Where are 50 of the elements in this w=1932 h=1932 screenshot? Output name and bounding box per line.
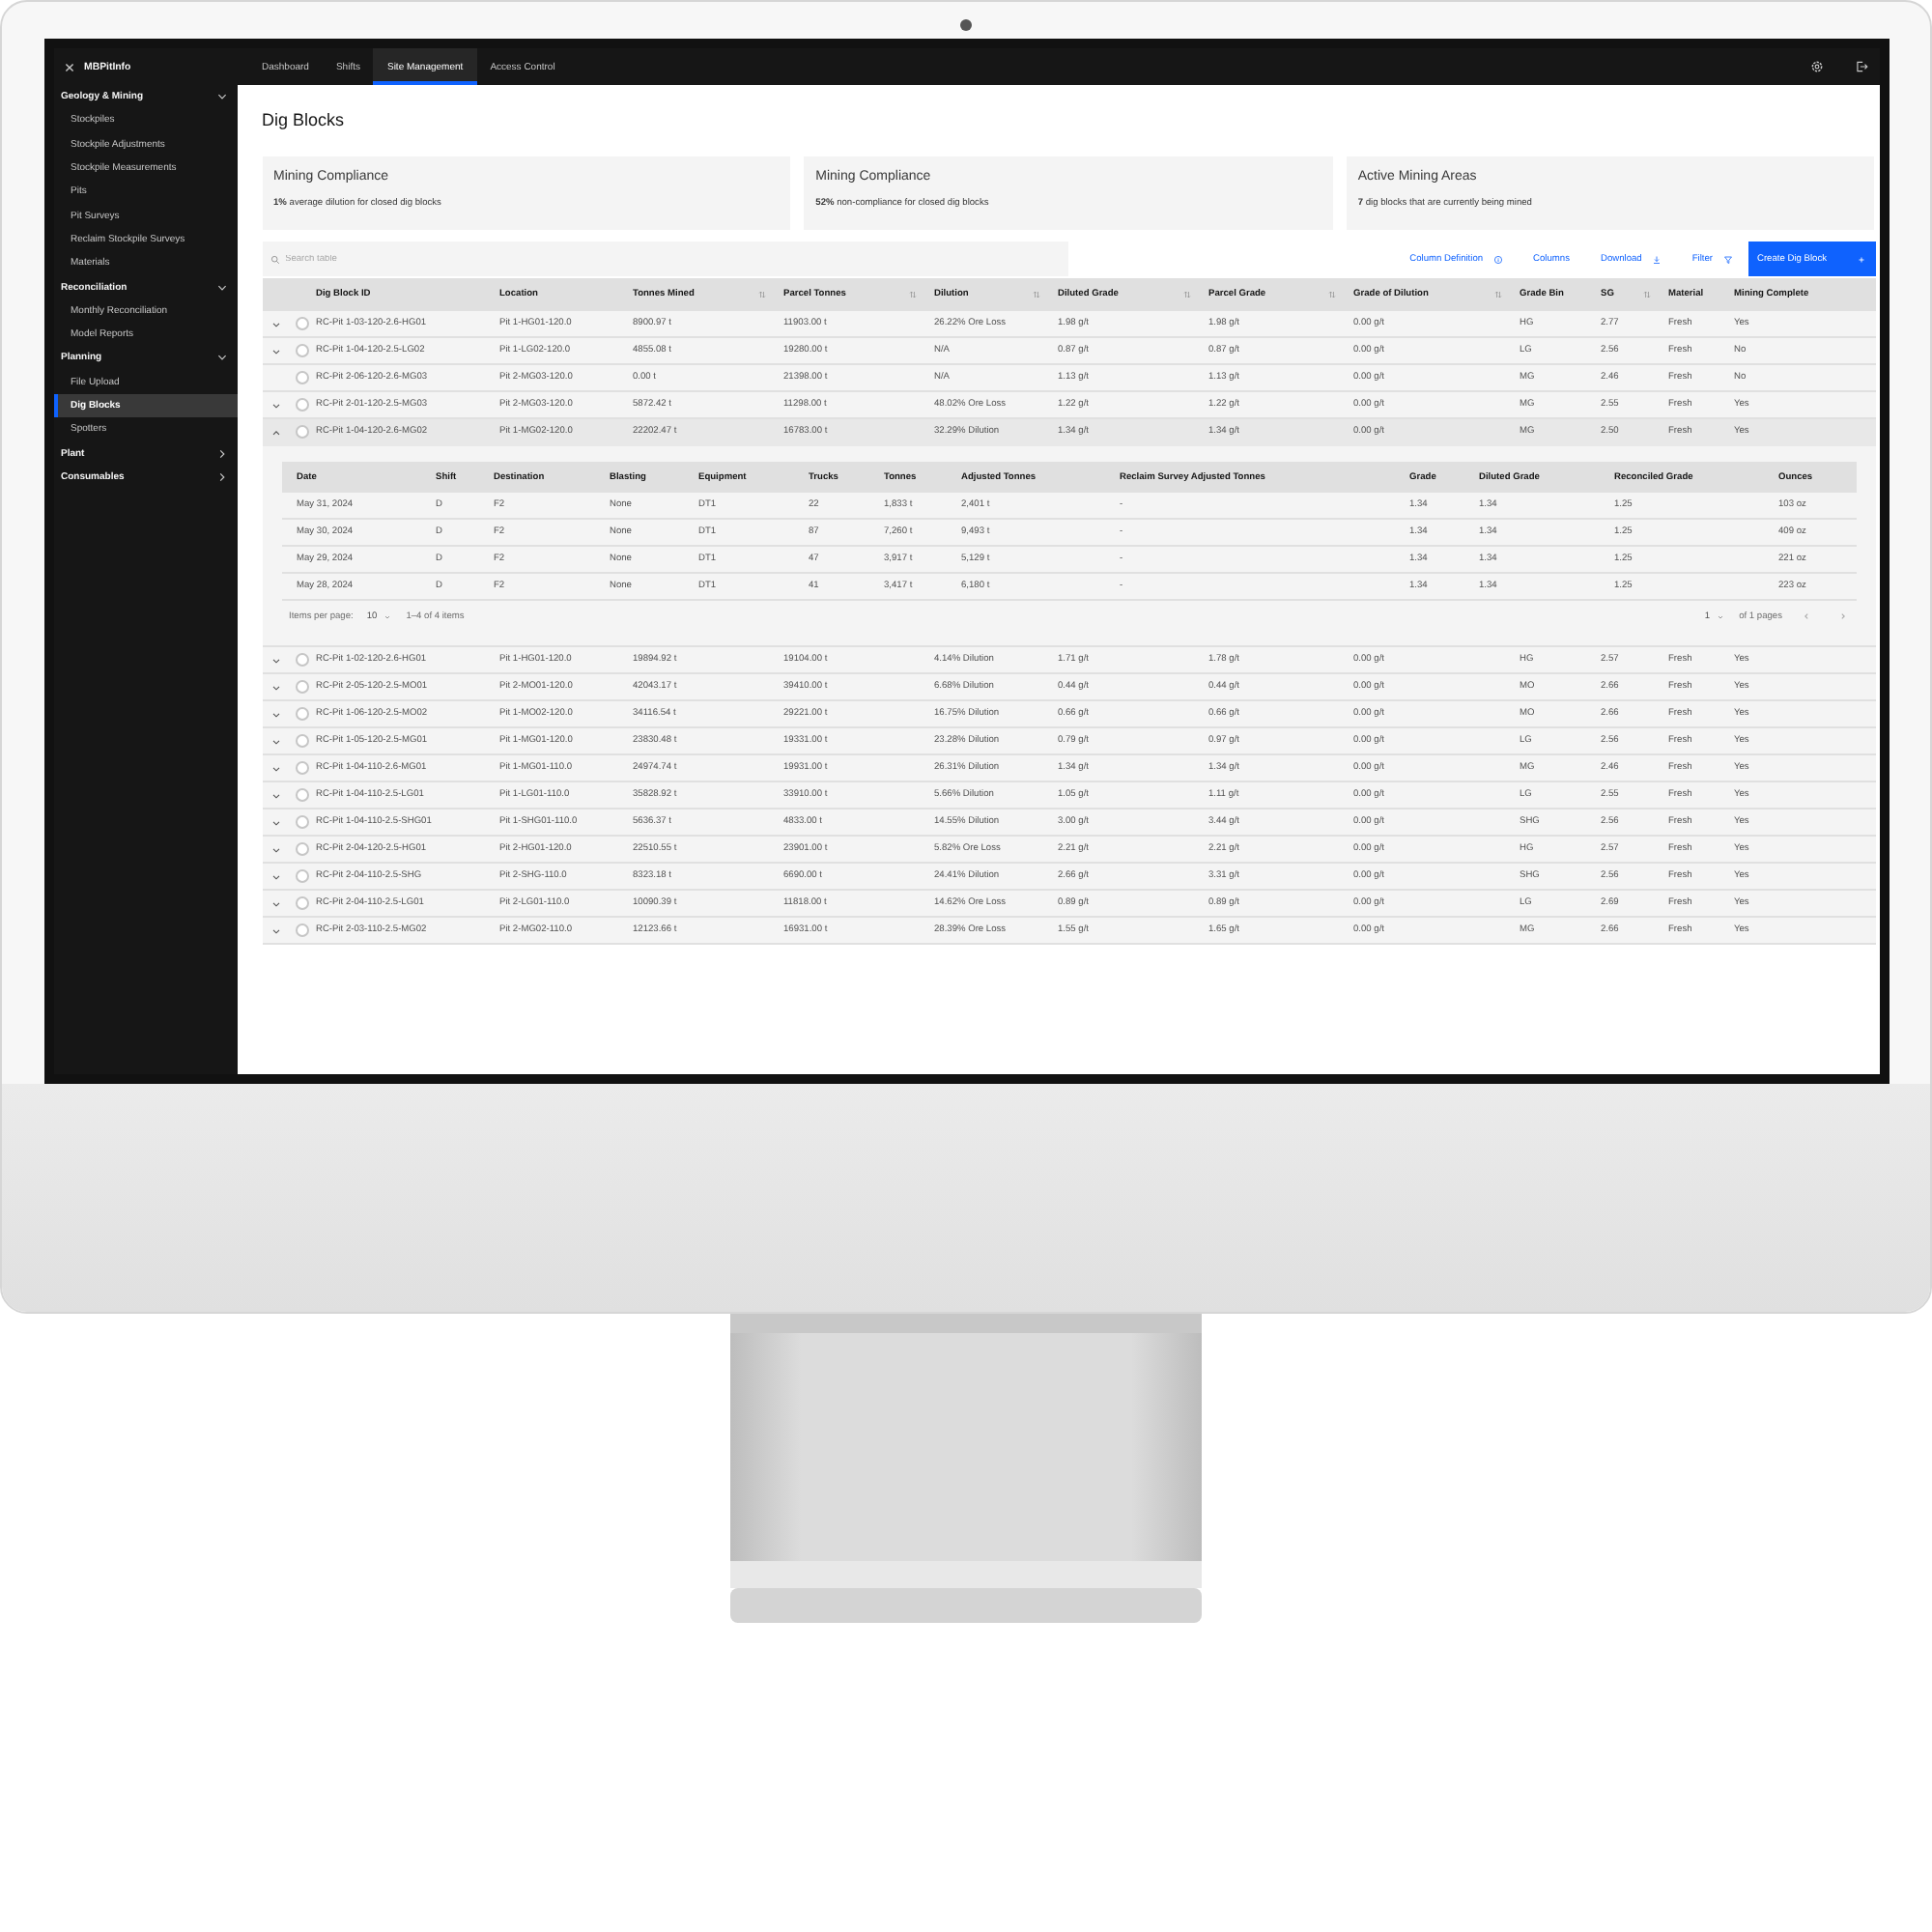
logout-icon[interactable] [1854,60,1867,73]
radio-button[interactable] [296,896,309,910]
chevron-icon[interactable] [270,426,281,438]
chevron-icon[interactable] [270,924,281,936]
chevron-icon[interactable] [270,762,281,774]
chevron-icon[interactable] [270,735,281,747]
sort-icon[interactable] [1326,290,1336,299]
chevron-icon[interactable] [270,399,281,411]
radio-button[interactable] [296,842,309,856]
radio-button[interactable] [296,869,309,883]
chevron-icon[interactable] [270,816,281,828]
sort-icon[interactable] [1031,290,1040,299]
radio-button[interactable] [296,788,309,802]
radio-button[interactable] [296,425,309,439]
radio-button[interactable] [296,734,309,748]
radio-button[interactable] [296,923,309,937]
radio-button[interactable] [296,815,309,829]
chevron-icon[interactable] [270,654,281,666]
close-icon[interactable] [63,61,74,72]
radio-button[interactable] [296,653,309,667]
chevron-icon[interactable] [270,318,281,329]
chevron-icon[interactable] [270,897,281,909]
sort-icon[interactable] [756,290,766,299]
sort-icon[interactable] [1492,290,1502,299]
filter-icon [1722,254,1732,264]
sort-icon[interactable] [1641,290,1651,299]
chevron-icon[interactable] [270,345,281,356]
chevron-icon[interactable] [270,870,281,882]
radio-button[interactable] [296,761,309,775]
radio-button[interactable] [296,344,309,357]
radio-button[interactable] [296,398,309,412]
chevron-icon[interactable] [270,681,281,693]
chevron-icon[interactable] [270,843,281,855]
search-icon [270,254,279,264]
radio-button[interactable] [296,317,309,330]
info-icon [1492,254,1503,264]
chevron-icon[interactable] [270,789,281,801]
page-title: Dig Blocks [262,108,347,131]
download-icon [1651,254,1662,264]
camera-dot [960,19,972,31]
sort-icon[interactable] [907,290,917,299]
radio-button[interactable] [296,707,309,721]
radio-button[interactable] [296,371,309,384]
next-page-icon[interactable] [1836,611,1848,622]
previous-page-icon[interactable] [1800,611,1811,622]
sort-icon[interactable] [1181,290,1191,299]
settings-icon[interactable] [1809,60,1823,73]
radio-button[interactable] [296,680,309,694]
plus-icon [1856,254,1865,264]
chevron-icon[interactable] [270,708,281,720]
